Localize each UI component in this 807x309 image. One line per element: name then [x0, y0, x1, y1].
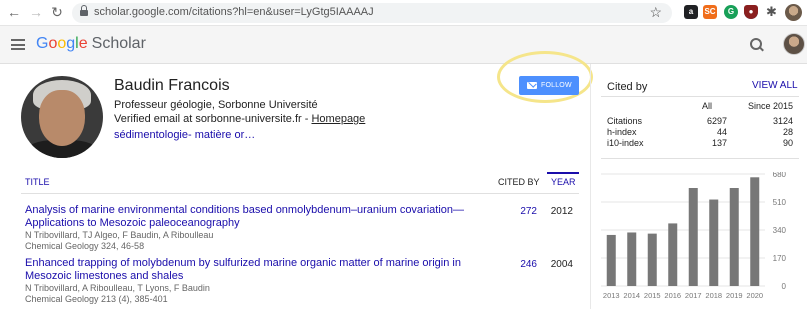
stat-label: h-index — [607, 127, 637, 137]
stat-row-h-index: h-index 44 28 — [607, 127, 793, 138]
browser-toolbar: ← → ↻ scholar.google.com/citations?hl=en… — [0, 0, 807, 26]
back-icon[interactable]: ← — [6, 4, 22, 20]
stat-since: 90 — [782, 138, 793, 148]
bookmark-star-icon[interactable]: ☆ — [649, 4, 662, 21]
stat-row-citations: Citations 6297 3124 — [607, 116, 793, 127]
chart-bar-2014[interactable] — [627, 232, 637, 286]
article-authors: N Tribovillard, A Riboulleau, T Lyons, F… — [25, 283, 210, 293]
article-venue: Chemical Geology 324, 46-58 — [25, 241, 145, 251]
hamburger-menu-icon[interactable] — [11, 39, 25, 50]
stat-all: 6297 — [706, 116, 727, 126]
ext-a-icon[interactable]: a — [684, 5, 698, 19]
y-tick-label: 510 — [773, 198, 787, 207]
scholar-header: Google Scholar — [0, 26, 807, 64]
mail-icon — [527, 82, 537, 89]
x-tick-label: 2014 — [623, 291, 640, 300]
chart-bar-2017[interactable] — [688, 188, 698, 286]
title-column-header[interactable]: TITLE — [25, 177, 50, 187]
x-tick-label: 2013 — [603, 291, 620, 300]
stat-since: 28 — [782, 127, 793, 137]
cited-by-title: Cited by — [607, 81, 648, 93]
y-tick-label: 680 — [773, 172, 787, 179]
profile-name: Baudin Francois — [114, 77, 230, 94]
y-tick-label: 0 — [782, 282, 787, 291]
account-avatar[interactable] — [783, 33, 805, 55]
y-tick-label: 170 — [773, 254, 787, 263]
extensions-puzzle-icon[interactable]: ✱ — [766, 4, 777, 20]
x-tick-label: 2015 — [644, 291, 661, 300]
address-bar[interactable]: scholar.google.com/citations?hl=en&user=… — [72, 3, 672, 23]
article-year: 2012 — [550, 206, 573, 217]
article-cited-count[interactable]: 272 — [495, 206, 537, 217]
chart-bar-2015[interactable] — [647, 233, 657, 286]
follow-label: FOLLOW — [541, 82, 572, 89]
verified-email-text: Verified email at sorbonne-universite.fr… — [114, 113, 312, 125]
ext-sc-icon[interactable]: SC — [703, 5, 717, 19]
x-tick-label: 2018 — [705, 291, 722, 300]
divider — [601, 96, 799, 97]
year-sort-indicator — [547, 172, 579, 174]
stat-all: 44 — [716, 127, 727, 137]
divider — [601, 158, 799, 159]
x-tick-label: 2020 — [746, 291, 763, 300]
profile-interests-link[interactable]: sédimentologie- matière or… — [114, 129, 255, 141]
stat-label: i10-index — [607, 138, 644, 148]
chart-bar-2019[interactable] — [729, 188, 739, 286]
article-row: Enhanced trapping of molybdenum by sulfu… — [25, 257, 585, 305]
chart-bar-2013[interactable] — [606, 234, 616, 286]
ext-shield-icon[interactable]: ● — [744, 5, 758, 19]
articles-table-header: TITLE CITED BY YEAR — [21, 172, 579, 194]
article-year: 2004 — [550, 259, 573, 270]
x-tick-label: 2019 — [726, 291, 743, 300]
view-all-link[interactable]: VIEW ALL — [752, 80, 798, 91]
homepage-link[interactable]: Homepage — [311, 113, 365, 125]
article-venue: Chemical Geology 213 (4), 385-401 — [25, 294, 168, 304]
y-tick-label: 340 — [773, 226, 787, 235]
url-text: scholar.google.com/citations?hl=en&user=… — [94, 6, 374, 18]
x-tick-label: 2016 — [664, 291, 681, 300]
profile-photo — [21, 76, 103, 158]
cited-by-column-header[interactable]: CITED BY — [498, 177, 540, 187]
lock-icon — [80, 5, 88, 17]
citations-bar-chart: 0 170 340 510 680 2013 2014 2015 2016 2017 2018 201… — [601, 172, 787, 300]
article-title-link[interactable]: Enhanced trapping of molybdenum by sulfu… — [25, 257, 505, 283]
stat-since: 3124 — [772, 116, 793, 126]
chart-bar-2016[interactable] — [668, 223, 678, 286]
article-authors: N Tribovillard, TJ Algeo, F Baudin, A Ri… — [25, 230, 214, 240]
cited-by-sidebar: Cited by VIEW ALL All Since 2015 Citatio… — [590, 64, 807, 309]
forward-icon[interactable]: → — [28, 4, 44, 20]
ext-g-icon[interactable]: G — [724, 5, 738, 19]
col-since-header: Since 2015 — [748, 101, 794, 111]
stat-row-i10-index: i10-index 137 90 — [607, 138, 793, 149]
profile-affiliation: Professeur géologie, Sorbonne Université — [114, 99, 318, 111]
x-tick-label: 2017 — [685, 291, 702, 300]
year-column-header[interactable]: YEAR — [551, 177, 576, 187]
article-row: Analysis of marine environmental conditi… — [25, 204, 585, 252]
google-scholar-logo[interactable]: Google Scholar — [36, 35, 146, 53]
article-title-link[interactable]: Analysis of marine environmental conditi… — [25, 204, 505, 230]
chart-bar-2020[interactable] — [750, 177, 760, 286]
chart-bar-2018[interactable] — [709, 199, 719, 286]
stat-label: Citations — [607, 116, 643, 126]
col-all-header: All — [702, 101, 713, 111]
stat-all: 137 — [711, 138, 727, 148]
follow-button[interactable]: FOLLOW — [519, 76, 579, 95]
article-cited-count[interactable]: 246 — [495, 259, 537, 270]
search-icon[interactable] — [749, 37, 765, 53]
profile-email: Verified email at sorbonne-universite.fr… — [114, 113, 365, 125]
browser-profile-avatar[interactable] — [785, 4, 802, 21]
reload-icon[interactable]: ↻ — [49, 4, 65, 20]
